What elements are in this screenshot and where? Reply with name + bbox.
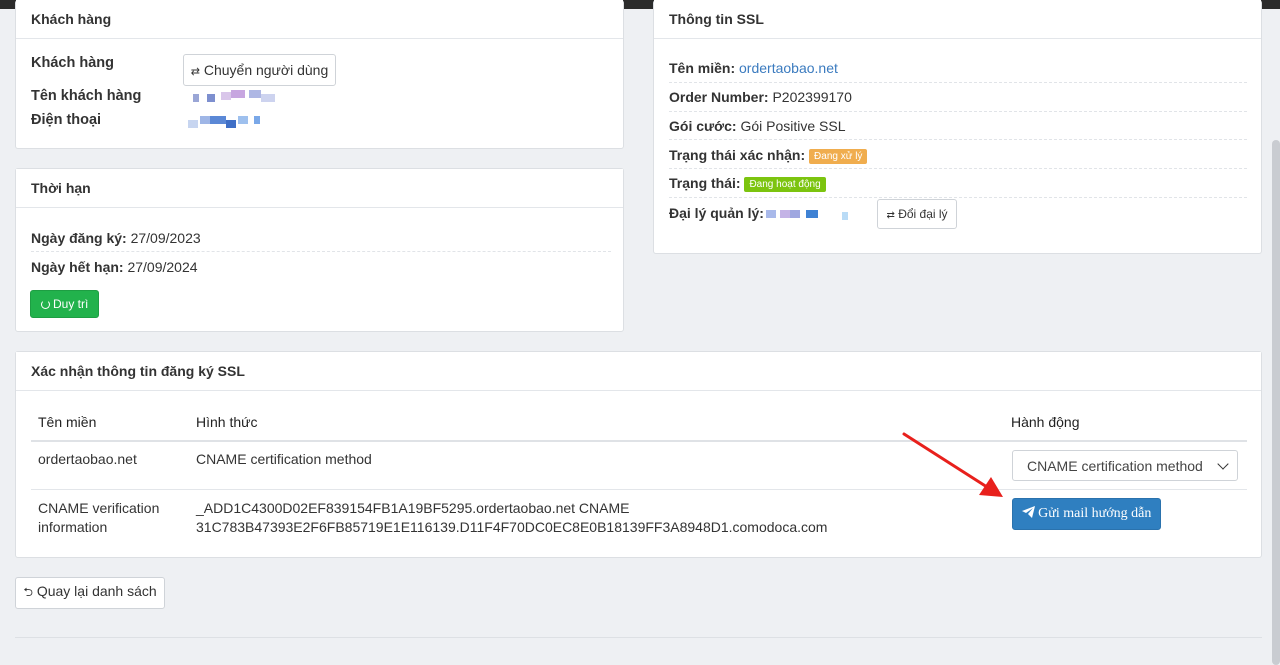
back-to-list-label: Quay lại danh sách bbox=[36, 582, 157, 599]
plan-value: Gói Positive SSL bbox=[740, 118, 846, 134]
cname-info-line1: _ADD1C4300D02EF839154FB1A19BF5295.ordert… bbox=[196, 500, 630, 516]
table-row-divider bbox=[31, 489, 1247, 490]
row1-domain: ordertaobao.net bbox=[38, 451, 137, 467]
cname-info: _ADD1C4300D02EF839154FB1A19BF5295.ordert… bbox=[196, 499, 827, 537]
phone-label: Điện thoại bbox=[31, 112, 102, 128]
customer-panel: Khách hàng Khách hàng ⇄ Chuyển người dùn… bbox=[15, 0, 624, 149]
send-guide-mail-label: Gửi mail hướng dẫn bbox=[1038, 506, 1152, 521]
verify-status-label: Trạng thái xác nhận: bbox=[669, 147, 806, 163]
change-agent-label: Đổi đại lý bbox=[898, 207, 948, 221]
expiry-date-row: Ngày hết hạn: 27/09/2024 bbox=[31, 259, 198, 275]
registration-date-row: Ngày đăng ký: 27/09/2023 bbox=[31, 230, 201, 246]
row2-label-line1: CNAME verification bbox=[38, 500, 160, 516]
footer-divider bbox=[15, 637, 1262, 638]
refresh-icon bbox=[40, 300, 50, 309]
swap-icon: ⇄ bbox=[190, 66, 200, 78]
verification-panel-title: Xác nhận thông tin đăng ký SSL bbox=[16, 352, 1261, 391]
ssl-verification-panel: Xác nhận thông tin đăng ký SSL Tên miền … bbox=[15, 351, 1262, 558]
renew-label: Duy trì bbox=[53, 297, 89, 311]
divider bbox=[669, 197, 1247, 198]
row2-label-line2: information bbox=[38, 519, 108, 535]
agent-value bbox=[766, 208, 856, 220]
cname-info-line2: 31C783B47393E2F6FB85719E1E116139.D11F4F7… bbox=[196, 519, 828, 535]
plan-label: Gói cước: bbox=[669, 118, 737, 134]
renew-button[interactable]: Duy trì bbox=[30, 290, 99, 318]
divider bbox=[669, 111, 1247, 112]
expiry-date-value: 27/09/2024 bbox=[127, 259, 198, 275]
phone-value bbox=[186, 114, 276, 128]
divider bbox=[669, 168, 1247, 169]
agent-label: Đại lý quản lý: bbox=[669, 205, 764, 221]
term-panel: Thời hạn Ngày đăng ký: 27/09/2023 Ngày h… bbox=[15, 168, 624, 332]
customer-panel-title: Khách hàng bbox=[16, 0, 623, 39]
back-to-list-button[interactable]: ⮌ Quay lại danh sách bbox=[15, 577, 165, 609]
order-number-value: P202399170 bbox=[772, 89, 852, 105]
customer-label: Khách hàng bbox=[31, 55, 114, 71]
verify-status-row: Trạng thái xác nhận: Đang xử lý bbox=[669, 147, 868, 164]
switch-user-button[interactable]: ⇄ Chuyển người dùng bbox=[183, 54, 336, 86]
change-agent-button[interactable]: ⇄ Đổi đại lý bbox=[877, 199, 957, 229]
agent-row: Đại lý quản lý: bbox=[669, 205, 764, 221]
divider bbox=[31, 251, 611, 252]
table-header-divider bbox=[31, 440, 1247, 442]
header-method: Hình thức bbox=[196, 414, 258, 430]
switch-user-label: Chuyển người dùng bbox=[203, 62, 329, 78]
status-label: Trạng thái: bbox=[669, 175, 741, 191]
order-number-row: Order Number: P202399170 bbox=[669, 89, 852, 105]
ssl-domain-link[interactable]: ordertaobao.net bbox=[739, 60, 838, 76]
status-row: Trạng thái: Đang hoạt động bbox=[669, 175, 826, 192]
back-arrow-icon: ⮌ bbox=[23, 584, 33, 599]
chevron-down-icon bbox=[1217, 458, 1229, 470]
header-domain: Tên miền bbox=[38, 414, 97, 430]
ssl-domain-label: Tên miền: bbox=[669, 60, 736, 76]
header-action: Hành động bbox=[1011, 414, 1080, 430]
swap-icon: ⇄ bbox=[886, 210, 895, 221]
customer-name-label: Tên khách hàng bbox=[31, 88, 142, 104]
row1-method: CNAME certification method bbox=[196, 451, 372, 467]
ssl-domain-row: Tên miền: ordertaobao.net bbox=[669, 60, 838, 76]
registration-date-value: 27/09/2023 bbox=[130, 230, 201, 246]
divider bbox=[669, 82, 1247, 83]
verify-status-badge: Đang xử lý bbox=[809, 148, 868, 164]
expiry-date-label: Ngày hết hạn: bbox=[31, 259, 124, 275]
method-select-value: CNAME certification method bbox=[1027, 458, 1203, 474]
ssl-info-panel: Thông tin SSL Tên miền: ordertaobao.net … bbox=[653, 0, 1262, 254]
paper-plane-icon bbox=[1021, 506, 1035, 518]
registration-date-label: Ngày đăng ký: bbox=[31, 230, 127, 246]
scrollbar[interactable] bbox=[1272, 140, 1280, 665]
term-panel-title: Thời hạn bbox=[16, 169, 623, 208]
send-guide-mail-button[interactable]: Gửi mail hướng dẫn bbox=[1012, 498, 1161, 530]
method-select[interactable]: CNAME certification method bbox=[1012, 450, 1238, 481]
ssl-panel-title: Thông tin SSL bbox=[654, 0, 1261, 39]
plan-row: Gói cước: Gói Positive SSL bbox=[669, 118, 846, 134]
status-badge: Đang hoạt động bbox=[744, 176, 826, 192]
annotation-arrow bbox=[902, 432, 1003, 497]
customer-name-value bbox=[191, 90, 281, 102]
order-number-label: Order Number: bbox=[669, 89, 769, 105]
row2-label: CNAME verification information bbox=[38, 499, 159, 537]
divider bbox=[669, 139, 1247, 140]
